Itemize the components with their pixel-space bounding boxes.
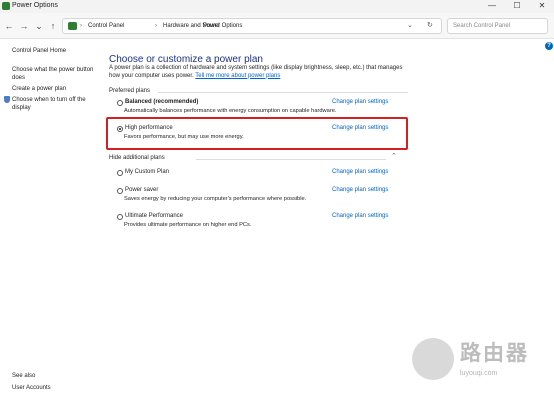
change-plan-settings-balanced[interactable]: Change plan settings bbox=[332, 98, 388, 106]
change-plan-settings-ultimate-performance[interactable]: Change plan settings bbox=[332, 212, 388, 220]
breadcrumb-separator: › bbox=[196, 23, 198, 29]
plan-name-balanced: Balanced (recommended) bbox=[125, 99, 199, 105]
forward-arrow-icon[interactable]: → bbox=[18, 20, 30, 32]
watermark-brand: 路由器 bbox=[460, 342, 529, 365]
sidebar-item-user-accounts[interactable]: User Accounts bbox=[12, 384, 104, 392]
recent-locations-chevron-icon[interactable]: ⌄ bbox=[33, 20, 45, 32]
sidebar-item-control-panel-home[interactable]: Control Panel Home bbox=[12, 47, 104, 55]
breadcrumb-separator: › bbox=[80, 23, 82, 29]
section-divider bbox=[196, 159, 386, 160]
highlight-box bbox=[106, 117, 408, 150]
navigation-bar: ← → ⌄ ↑ › Control Panel › Hardware and S… bbox=[0, 13, 554, 39]
plan-desc-balanced: Automatically balances performance with … bbox=[124, 108, 337, 114]
radio-balanced[interactable] bbox=[117, 100, 123, 106]
breadcrumb-separator: › bbox=[155, 23, 157, 29]
change-plan-settings-power-saver[interactable]: Change plan settings bbox=[332, 186, 388, 194]
see-also-heading: See also bbox=[12, 373, 36, 379]
control-panel-icon bbox=[68, 22, 77, 30]
sidebar-item-create-power-plan[interactable]: Create a power plan bbox=[12, 85, 104, 93]
hide-additional-plans-toggle[interactable]: Hide additional plans bbox=[109, 154, 165, 162]
window-title: Power Options bbox=[12, 2, 58, 9]
maximize-button[interactable]: ☐ bbox=[505, 0, 529, 13]
collapse-chevron-icon[interactable]: ⌃ bbox=[391, 153, 397, 161]
sidebar-item-power-button[interactable]: Choose what the power button does bbox=[12, 66, 98, 82]
refresh-icon[interactable]: ↻ bbox=[427, 21, 433, 31]
title-bar: Power Options — ☐ ✕ bbox=[0, 0, 554, 13]
back-arrow-icon[interactable]: ← bbox=[3, 20, 15, 32]
sidebar-item-turn-off-display[interactable]: Choose when to turn off the display bbox=[12, 96, 98, 112]
power-options-icon bbox=[2, 2, 10, 10]
router-logo-icon bbox=[412, 338, 454, 380]
address-bar[interactable]: › Control Panel › Hardware and Sound › P… bbox=[62, 18, 442, 34]
search-input[interactable]: Search Control Panel bbox=[453, 22, 510, 31]
change-plan-settings-my-custom-plan[interactable]: Change plan settings bbox=[332, 168, 388, 176]
plan-desc-ultimate-performance: Provides ultimate performance on higher … bbox=[124, 222, 252, 228]
close-button[interactable]: ✕ bbox=[530, 0, 554, 13]
address-dropdown-icon[interactable]: ⌄ bbox=[407, 21, 413, 31]
radio-my-custom-plan[interactable] bbox=[117, 170, 123, 176]
watermark: 路由器 luyouqi.com bbox=[412, 336, 547, 386]
breadcrumb-power-options[interactable]: Power Options bbox=[203, 21, 242, 31]
plan-desc-power-saver: Saves energy by reducing your computer's… bbox=[124, 196, 307, 202]
plan-name-ultimate-performance: Ultimate Performance bbox=[125, 213, 184, 219]
up-arrow-icon[interactable]: ↑ bbox=[47, 20, 59, 32]
minimize-button[interactable]: — bbox=[480, 0, 504, 13]
section-divider bbox=[158, 92, 408, 93]
search-box[interactable]: Search Control Panel bbox=[447, 18, 548, 34]
power-plans-help-link[interactable]: Tell me more about power plans bbox=[195, 73, 280, 79]
plan-name-power-saver: Power saver bbox=[125, 187, 159, 193]
shield-icon bbox=[4, 96, 10, 103]
plan-name-my-custom-plan: My Custom Plan bbox=[125, 169, 170, 175]
help-icon[interactable]: ? bbox=[545, 42, 553, 50]
radio-power-saver[interactable] bbox=[117, 188, 123, 194]
intro-text: A power plan is a collection of hardware… bbox=[109, 65, 409, 80]
radio-ultimate-performance[interactable] bbox=[117, 214, 123, 220]
preferred-plans-heading: Preferred plans bbox=[109, 88, 151, 94]
watermark-url: luyouqi.com bbox=[460, 370, 498, 377]
breadcrumb-control-panel[interactable]: Control Panel bbox=[88, 21, 124, 31]
